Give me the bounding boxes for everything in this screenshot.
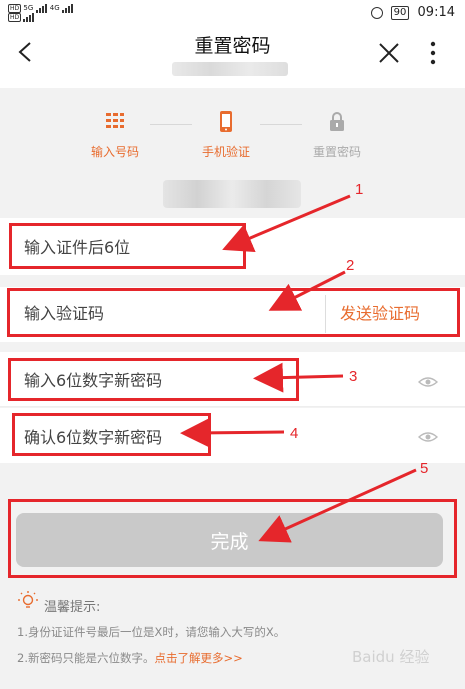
annotation-number: 4 [290,425,299,442]
alarm-icon [370,6,383,19]
signal-bars-icon [61,4,74,13]
step-enter-number: 输入号码 [70,110,160,160]
progress-steps: 输入号码 手机验证 重置密码 [0,88,465,170]
tip-line-2-text: 2.新密码只能是六位数字。 [17,651,155,665]
blurred-phone-number [163,180,301,208]
annotation-number: 5 [420,460,429,477]
network-4g-label: 4G [49,4,60,12]
blurred-subtitle [172,62,288,76]
step-label: 输入号码 [90,145,139,159]
annotation-number: 1 [355,181,364,198]
signal-bars-icon [35,4,48,13]
tip-line-2: 2.新密码只能是六位数字。点击了解更多>> [17,650,243,666]
nav-bar: 重置密码 [0,26,465,88]
status-bar: HD 5G 4G HD 90 09:14 [0,0,465,26]
step-phone-verify: 手机验证 [181,110,271,160]
clock: 09:14 [417,5,455,20]
phone-icon [220,111,232,132]
eye-icon[interactable] [418,431,438,443]
watermark: Baidu 经验 [352,648,430,666]
eye-icon[interactable] [418,376,438,388]
hd-badge: HD [8,4,22,13]
step-reset-password: 重置密码 [292,110,382,160]
annotation-number: 3 [349,368,358,385]
learn-more-link[interactable]: 点击了解更多>> [154,651,242,665]
step-label: 手机验证 [201,145,250,159]
annotation-number: 2 [346,257,355,274]
network-5g-label: 5G [23,4,34,12]
close-icon[interactable] [376,40,402,66]
status-right: 90 09:14 [370,4,455,22]
annotation-box [9,223,246,269]
lock-icon [330,112,344,131]
signal-indicators: HD 5G 4G HD [8,4,98,22]
keypad-icon [106,113,124,128]
signal-bars-icon [23,13,35,22]
hd-badge: HD [8,13,22,22]
annotation-box [8,358,299,401]
tip-line-1: 1.身份证证件号最后一位是X时，请您输入大写的X。 [17,625,286,639]
battery-icon: 90 [390,5,410,20]
annotation-box [12,413,211,456]
annotation-box [8,499,457,578]
tips-title: 温馨提示: [44,600,101,615]
more-menu-icon[interactable] [426,40,440,66]
annotation-box [7,288,460,337]
step-label: 重置密码 [312,145,361,159]
lightbulb-icon [18,591,38,608]
